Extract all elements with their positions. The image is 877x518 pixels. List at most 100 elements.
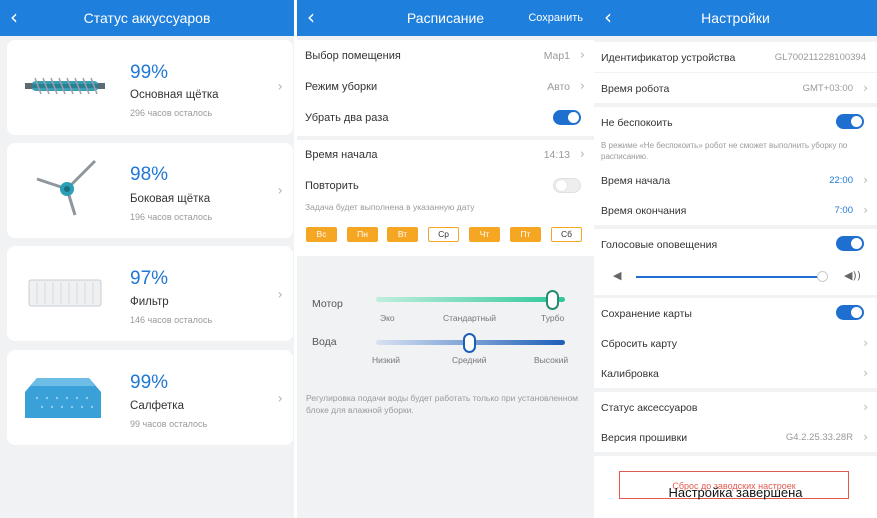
robot-time-value: GMT+03:00 xyxy=(802,83,853,94)
accessory-card-side-brush[interactable]: 98% Боковая щётка 196 часов осталось › xyxy=(7,143,293,238)
accessories-title: Статус аккуссуаров xyxy=(83,10,211,26)
robot-time-row[interactable]: Время робота GMT+03:00 › xyxy=(594,73,877,103)
motor-slider-thumb[interactable] xyxy=(546,290,559,310)
map-save-toggle[interactable] xyxy=(836,305,864,320)
motor-slider-track[interactable] xyxy=(376,297,565,302)
repeat-toggle[interactable] xyxy=(553,178,581,193)
setup-complete-toast: Настройка завершена xyxy=(668,485,803,500)
motor-tick-standard: Стандартный xyxy=(443,313,497,323)
water-tick-medium: Средний xyxy=(452,355,487,365)
filter-percent: 97% xyxy=(130,268,169,289)
calibration-row[interactable]: Калибровка › xyxy=(594,358,877,388)
motor-tick-turbo: Турбо xyxy=(541,313,565,323)
chevron-right-icon: › xyxy=(863,336,868,350)
device-id-value: GL700211228100394 xyxy=(774,52,866,63)
settings-title: Настройки xyxy=(701,10,770,26)
dnd-end-row[interactable]: Время окончания 7:00 › xyxy=(594,195,877,225)
day-wednesday[interactable]: Ср xyxy=(428,227,459,242)
map-reset-row[interactable]: Сбросить карту › xyxy=(594,328,877,358)
day-sunday[interactable]: Вс xyxy=(306,227,337,242)
accessory-card-mop[interactable]: 99% Салфетка 99 часов осталось › xyxy=(7,350,293,445)
main-brush-remaining: 296 часов осталось xyxy=(130,108,213,118)
repeat-row: Повторить xyxy=(297,171,594,201)
clean-twice-row: Убрать два раза xyxy=(297,103,594,133)
settings-header: ‹ Настройки xyxy=(594,0,877,36)
mop-remaining: 99 часов осталось xyxy=(130,419,208,429)
chevron-right-icon: › xyxy=(277,391,283,407)
accessories-header: ‹ Статус аккуссуаров xyxy=(0,0,294,36)
start-time-label: Время начала xyxy=(305,149,378,161)
clean-mode-row[interactable]: Режим уборки Авто › xyxy=(297,72,594,102)
calibration-label: Калибровка xyxy=(601,368,659,380)
motor-tick-eco: Эко xyxy=(380,313,395,323)
voice-toggle[interactable] xyxy=(836,236,864,251)
filter-icon xyxy=(27,276,103,315)
repeat-note: Задача будет выполнена в указанную дату xyxy=(305,202,475,212)
volume-slider-fill xyxy=(636,276,823,278)
main-brush-icon xyxy=(25,74,105,105)
start-time-value: 14:13 xyxy=(543,149,570,161)
dnd-start-row[interactable]: Время начала 22:00 › xyxy=(594,165,877,195)
water-note: Регулировка подачи воды будет работать т… xyxy=(306,393,579,415)
chevron-right-icon: › xyxy=(863,173,868,187)
filter-name: Фильтр xyxy=(130,296,169,308)
save-button[interactable]: Сохранить xyxy=(528,12,583,24)
dnd-note: В режиме «Не беспокоить» робот не сможет… xyxy=(601,141,848,161)
side-brush-icon xyxy=(33,157,103,222)
voice-label: Голосовые оповещения xyxy=(601,239,718,251)
map-reset-label: Сбросить карту xyxy=(601,338,678,350)
volume-slider-track[interactable] xyxy=(636,276,828,278)
repeat-label: Повторить xyxy=(305,180,359,192)
side-brush-remaining: 196 часов осталось xyxy=(130,212,213,222)
water-tick-low: Низкий xyxy=(372,355,400,365)
day-saturday[interactable]: Сб xyxy=(551,227,582,242)
room-select-value: Map1 xyxy=(543,50,570,62)
chevron-right-icon: › xyxy=(863,366,868,380)
room-select-row[interactable]: Выбор помещения Map1 › xyxy=(297,41,594,71)
day-monday[interactable]: Пн xyxy=(347,227,378,242)
dnd-start-label: Время начала xyxy=(601,175,671,187)
volume-row: ◀ ◀)) xyxy=(594,259,877,295)
motor-label: Мотор xyxy=(312,298,343,310)
mop-cloth-icon xyxy=(23,376,103,427)
speaker-low-icon: ◀ xyxy=(613,269,622,282)
chevron-right-icon: › xyxy=(579,79,585,94)
main-brush-name: Основная щётка xyxy=(130,89,219,101)
settings-screen: ‹ Настройки Идентификатор устройства GL7… xyxy=(594,0,877,518)
day-tuesday[interactable]: Вт xyxy=(387,227,418,242)
main-brush-percent: 99% xyxy=(130,62,169,83)
mop-name: Салфетка xyxy=(130,400,184,412)
robot-time-label: Время робота xyxy=(601,83,670,95)
speaker-high-icon: ◀)) xyxy=(844,269,862,282)
clean-twice-label: Убрать два раза xyxy=(305,112,389,124)
schedule-screen: ‹ Расписание Сохранить Выбор помещения M… xyxy=(297,0,594,518)
dnd-row: Не беспокоить xyxy=(594,107,877,137)
room-select-label: Выбор помещения xyxy=(305,50,401,62)
chevron-right-icon: › xyxy=(277,79,283,95)
firmware-row[interactable]: Версия прошивки G4.2.25.33.28R › xyxy=(594,422,877,452)
chevron-right-icon: › xyxy=(863,81,868,95)
accessories-screen: ‹ Статус аккуссуаров 99% Основная щётка … xyxy=(0,0,294,518)
voice-row: Голосовые оповещения xyxy=(594,229,877,259)
chevron-right-icon: › xyxy=(863,430,868,444)
device-id-row: Идентификатор устройства GL7002112281003… xyxy=(594,42,877,72)
accessory-status-row[interactable]: Статус аксессуаров › xyxy=(594,392,877,422)
clean-mode-label: Режим уборки xyxy=(305,81,378,93)
dnd-end-label: Время окончания xyxy=(601,205,687,217)
start-time-row[interactable]: Время начала 14:13 › xyxy=(297,140,594,170)
water-slider-thumb[interactable] xyxy=(463,333,476,353)
day-friday[interactable]: Пт xyxy=(510,227,541,242)
chevron-right-icon: › xyxy=(863,203,868,217)
chevron-right-icon: › xyxy=(863,400,868,414)
accessory-card-filter[interactable]: 97% Фильтр 146 часов осталось › xyxy=(7,246,293,341)
clean-twice-toggle[interactable] xyxy=(553,110,581,125)
device-id-label: Идентификатор устройства xyxy=(601,52,736,64)
map-save-row: Сохранение карты xyxy=(594,298,877,328)
accessory-card-main-brush[interactable]: 99% Основная щётка 296 часов осталось › xyxy=(7,40,293,135)
schedule-block-1: Выбор помещения Map1 › Режим уборки Авто… xyxy=(297,40,594,136)
dnd-toggle[interactable] xyxy=(836,114,864,129)
volume-slider-thumb[interactable] xyxy=(817,271,829,282)
day-thursday[interactable]: Чт xyxy=(469,227,500,242)
chevron-right-icon: › xyxy=(277,183,283,199)
dnd-end-value: 7:00 xyxy=(834,205,854,216)
